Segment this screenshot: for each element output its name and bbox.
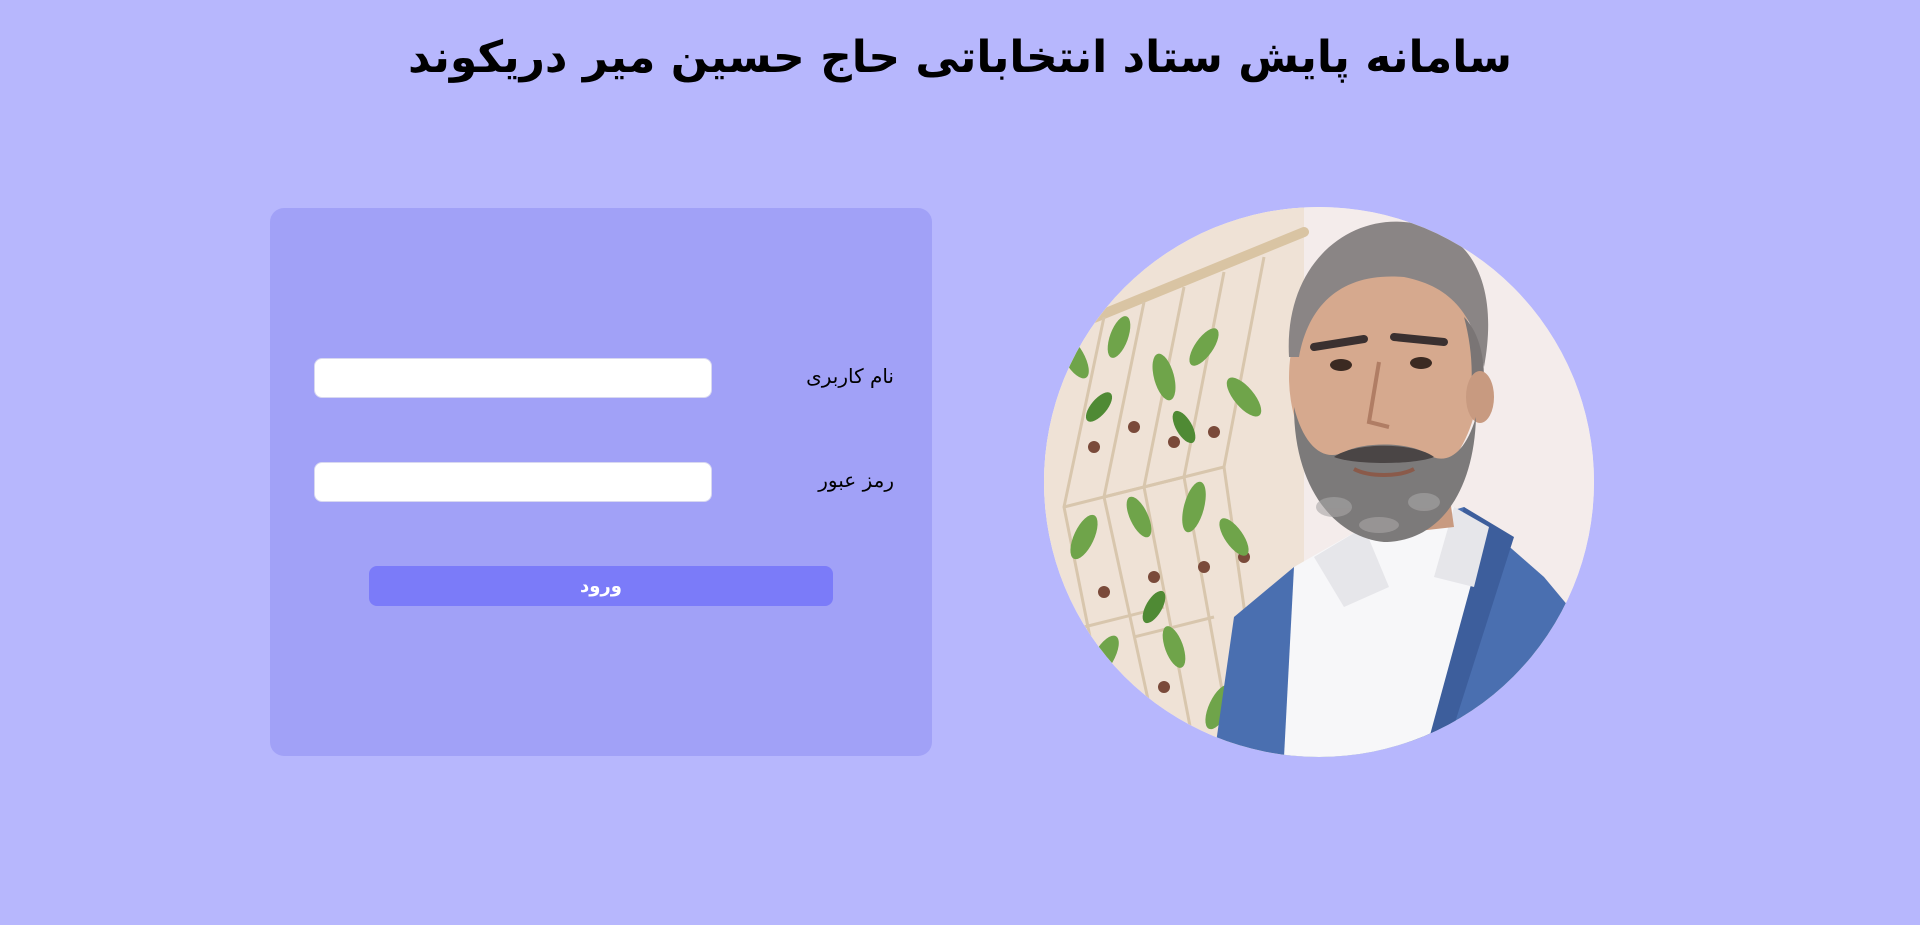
username-row: نام کاربری <box>314 358 894 398</box>
login-button[interactable]: ورود <box>369 566 833 606</box>
username-input[interactable] <box>314 358 712 398</box>
login-card: نام کاربری رمز عبور ورود <box>270 208 932 756</box>
password-row: رمز عبور <box>314 462 894 502</box>
password-label: رمز عبور <box>818 468 894 492</box>
portrait-image <box>1044 207 1594 757</box>
candidate-portrait <box>1044 207 1594 757</box>
page-title: سامانه پایش ستاد انتخاباتی حاج حسین میر … <box>407 32 1513 83</box>
username-label: نام کاربری <box>806 364 894 388</box>
password-input[interactable] <box>314 462 712 502</box>
